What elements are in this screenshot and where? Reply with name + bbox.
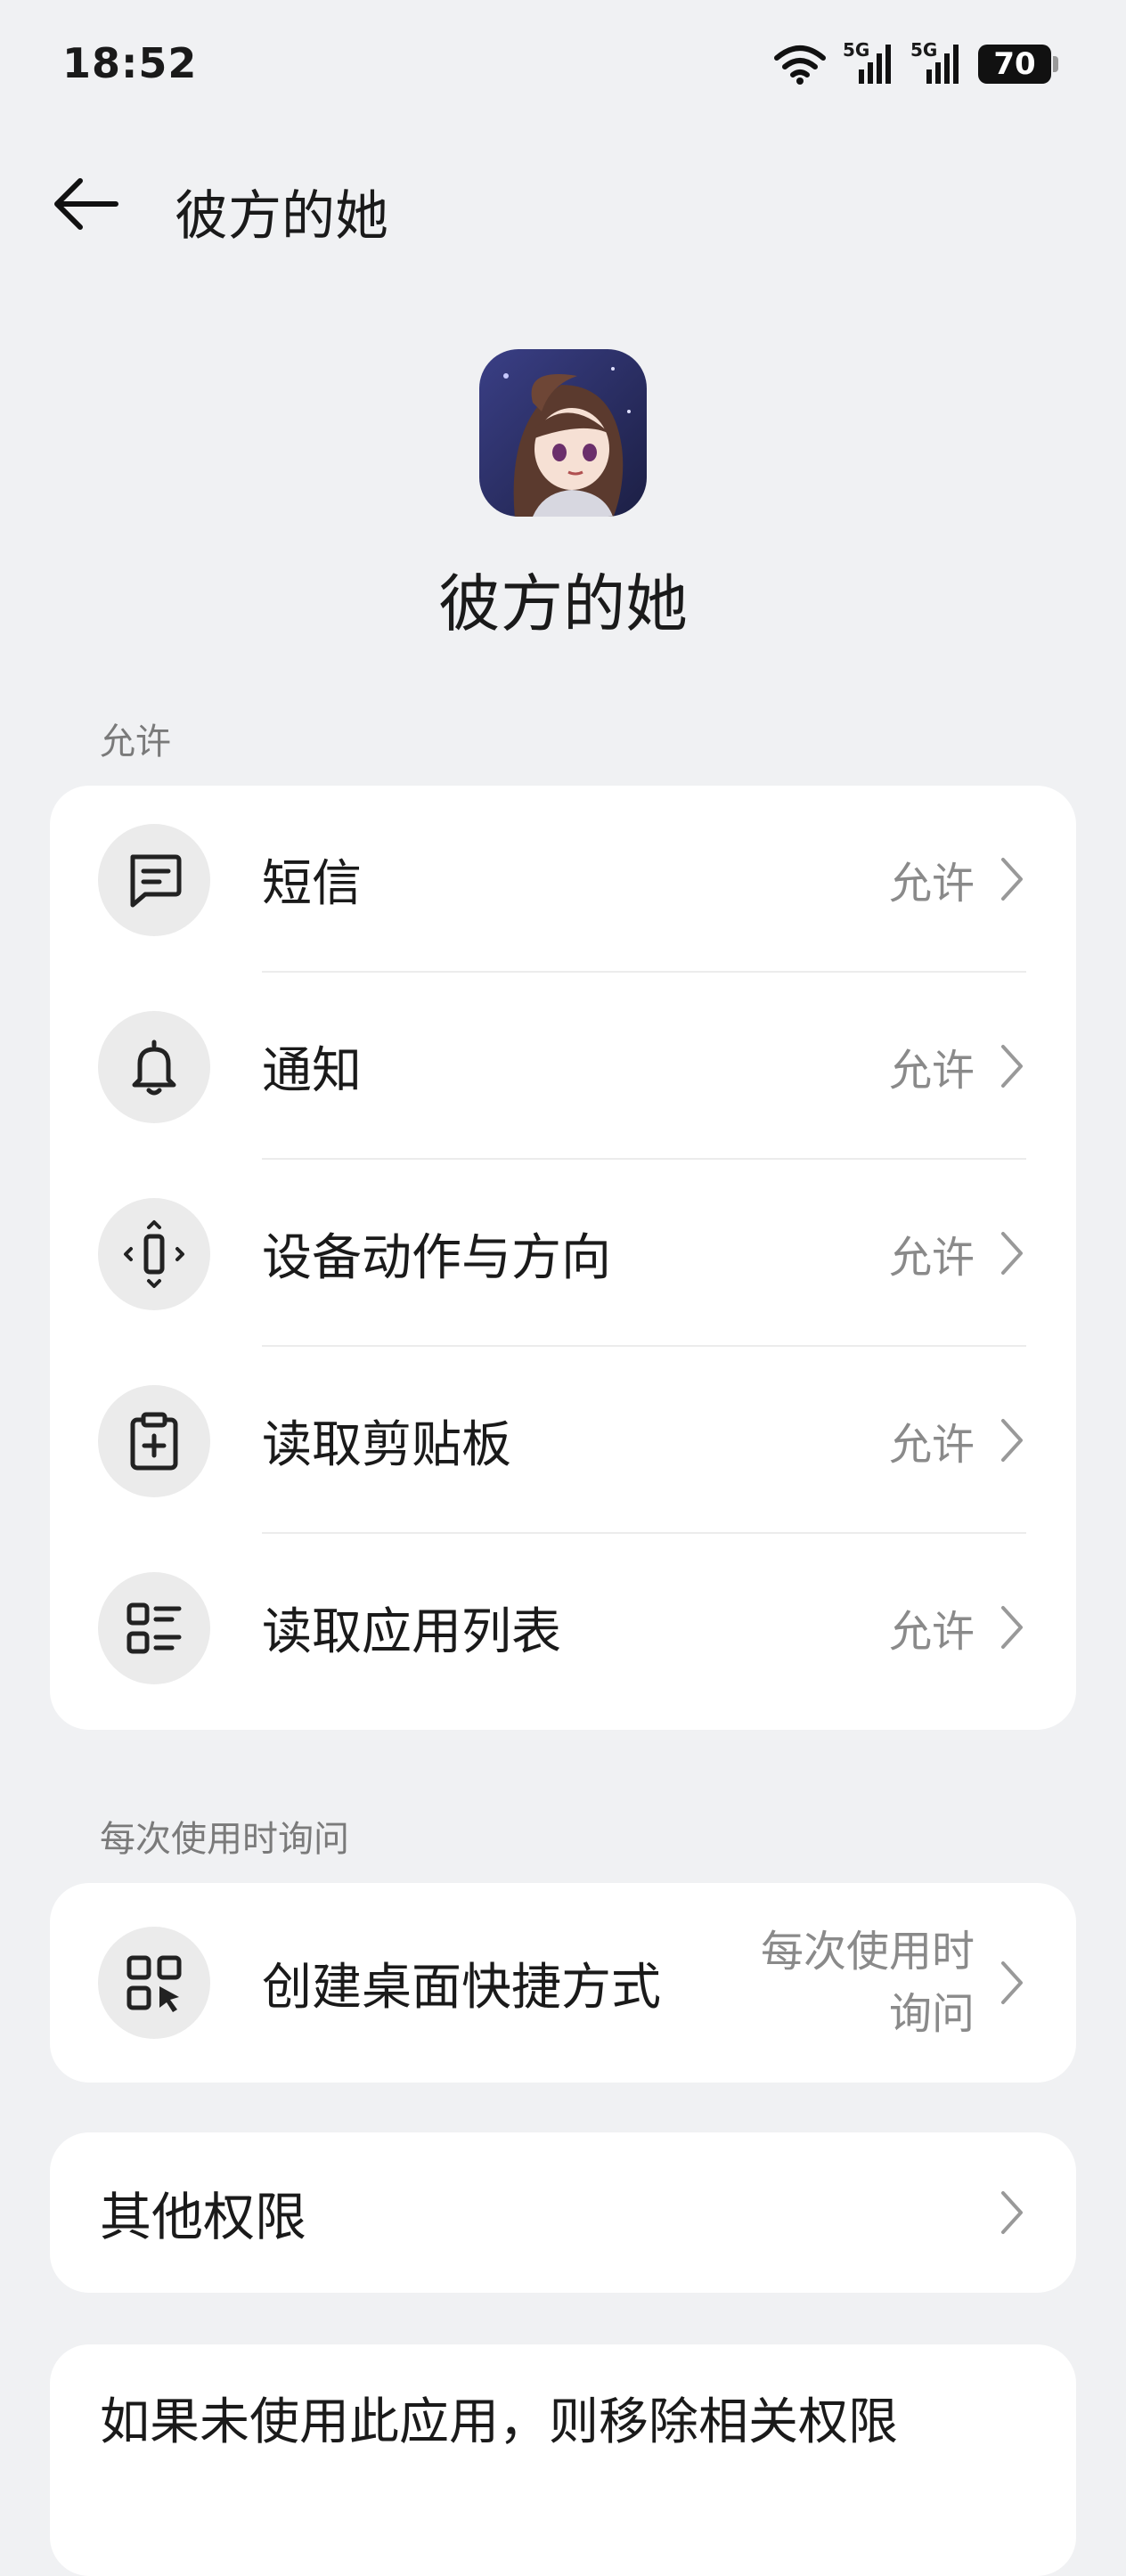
shortcut-icon [98, 1927, 210, 2039]
back-arrow-icon [54, 178, 118, 230]
header: 彼方的她 [0, 151, 1126, 258]
other-permissions-row[interactable]: 其他权限 [50, 2132, 1076, 2293]
app-icon [479, 349, 647, 517]
permission-label: 设备动作与方向 [262, 1228, 611, 1287]
allowed-permissions-card: 短信 允许 通知 允许 设备动作与方向 允许 读取剪贴板 允许 读取应用列表 允… [50, 786, 1076, 1730]
app-name: 彼方的她 [438, 567, 688, 640]
status-time: 18:52 [62, 39, 198, 87]
permission-row-notification[interactable]: 通知 允许 [50, 973, 1076, 1160]
back-button[interactable] [46, 173, 126, 235]
signal-bars-icon [926, 45, 959, 84]
section-label-ask: 每次使用时询问 [100, 1819, 349, 1860]
permission-status-line-1: 每次使用时 [760, 1927, 975, 1977]
chevron-right-icon [1001, 1606, 1023, 1649]
status-icons: 5G 5G 70 [773, 39, 1058, 89]
other-permissions-label: 其他权限 [100, 2187, 307, 2247]
bell-icon [98, 1011, 210, 1123]
chevron-right-icon [1001, 1961, 1023, 2004]
permission-status: 允许 [888, 1607, 975, 1657]
permission-label: 创建桌面快捷方式 [262, 1958, 661, 2017]
permission-status: 允许 [888, 1233, 975, 1283]
permission-status: 允许 [888, 1046, 975, 1096]
permission-label: 读取剪贴板 [262, 1415, 511, 1474]
permission-status-line-2: 询问 [888, 1989, 975, 2039]
remove-unused-card[interactable]: 如果未使用此应用，则移除相关权限 [50, 2344, 1076, 2576]
permission-label: 通知 [262, 1041, 362, 1100]
chevron-right-icon [1001, 1045, 1023, 1088]
other-permissions-card[interactable]: 其他权限 [50, 2132, 1076, 2293]
signal-1: 5G [843, 39, 894, 86]
message-icon [98, 824, 210, 936]
chevron-right-icon [1001, 1232, 1023, 1275]
battery-level: 70 [993, 46, 1036, 82]
permission-status: 允许 [888, 1420, 975, 1470]
app-list-icon [98, 1572, 210, 1684]
permission-status: 每次使用时 询问 [761, 1920, 975, 2045]
permission-row-device-motion[interactable]: 设备动作与方向 允许 [50, 1160, 1076, 1347]
signal-bars-icon [859, 45, 891, 84]
clipboard-icon [98, 1385, 210, 1497]
device-motion-icon [98, 1198, 210, 1310]
permission-status: 允许 [888, 859, 975, 909]
permission-label: 短信 [262, 854, 362, 913]
page-title: 彼方的她 [175, 185, 388, 248]
battery-indicator: 70 [978, 45, 1058, 84]
ask-permissions-card: 创建桌面快捷方式 每次使用时 询问 [50, 1883, 1076, 2083]
remove-unused-label: 如果未使用此应用，则移除相关权限 [100, 2393, 898, 2451]
permission-row-sms[interactable]: 短信 允许 [50, 786, 1076, 973]
permission-row-app-list[interactable]: 读取应用列表 允许 [50, 1534, 1076, 1721]
chevron-right-icon [1001, 2191, 1023, 2234]
section-label-allowed: 允许 [100, 721, 171, 762]
chevron-right-icon [1001, 1419, 1023, 1462]
status-bar: 18:52 5G 5G 70 [0, 0, 1126, 134]
permission-row-clipboard[interactable]: 读取剪贴板 允许 [50, 1347, 1076, 1534]
permission-label: 读取应用列表 [262, 1602, 561, 1661]
permission-row-shortcut[interactable]: 创建桌面快捷方式 每次使用时 询问 [50, 1883, 1076, 2083]
signal-2: 5G [910, 39, 962, 86]
wifi-icon [774, 45, 826, 85]
chevron-right-icon [1001, 858, 1023, 901]
